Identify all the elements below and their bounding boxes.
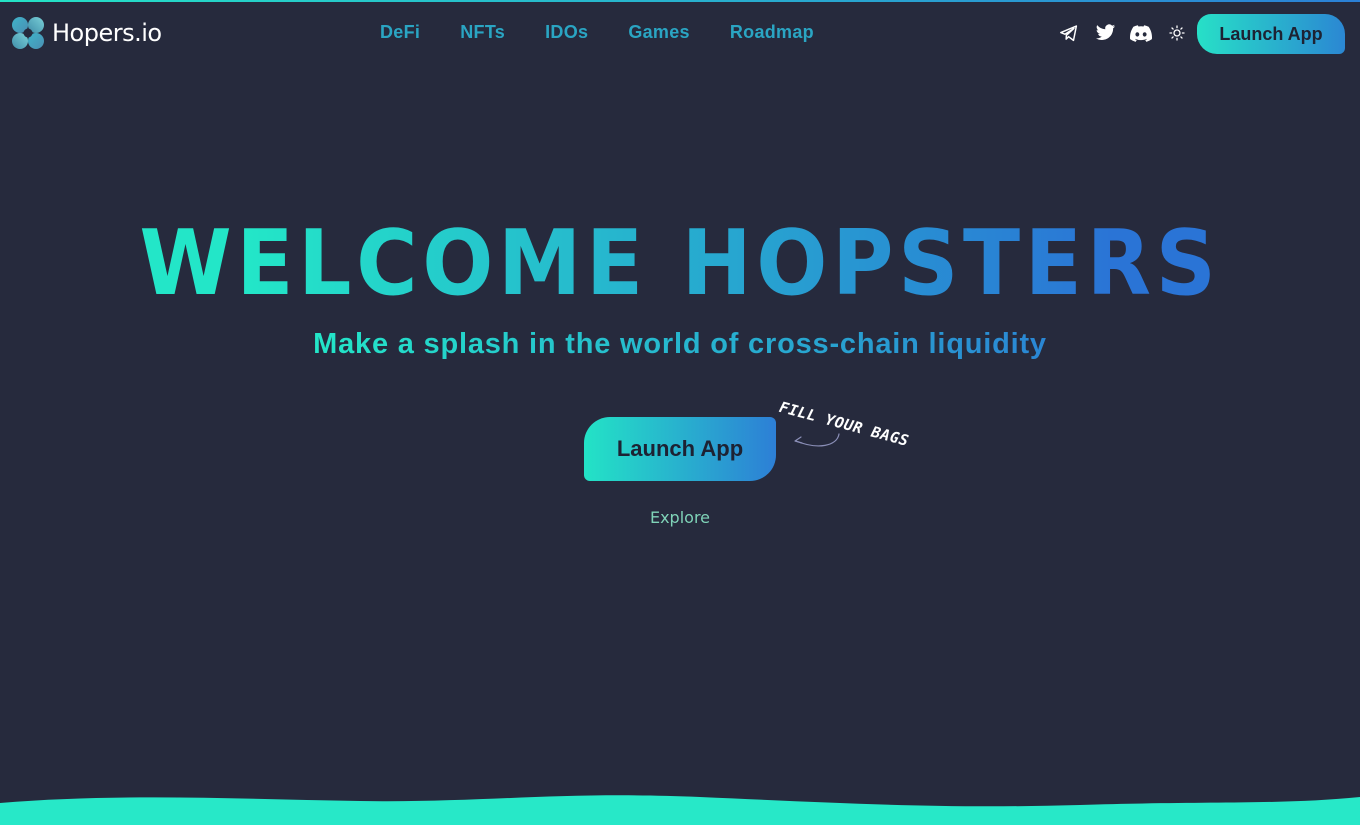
sun-icon[interactable] (1166, 22, 1188, 44)
hero-title: WELCOME HOPSTERS (48, 212, 1313, 316)
social-links (1058, 22, 1188, 44)
bottom-wave (0, 795, 1360, 825)
curved-arrow-icon (794, 433, 840, 447)
telegram-icon[interactable] (1058, 22, 1080, 44)
twitter-icon[interactable] (1094, 22, 1116, 44)
landing-page: Hopers.io DeFi NFTs IDOs Games Roadmap L… (0, 0, 1360, 825)
brand-name: Hopers.io (52, 19, 162, 47)
nav-item-defi[interactable]: DeFi (380, 22, 420, 43)
explore-link[interactable]: Explore (0, 508, 1360, 527)
hero-title-text: WELCOME HOPSTERS (139, 211, 1221, 316)
nav-item-games[interactable]: Games (628, 22, 690, 43)
top-accent-bar (0, 0, 1360, 2)
hero-subtitle: Make a splash in the world of cross-chai… (0, 326, 1360, 362)
clover-logo-icon (12, 17, 44, 49)
hero-subtitle-text: Make a splash in the world of cross-chai… (313, 328, 1047, 360)
discord-icon[interactable] (1130, 22, 1152, 44)
main-nav: DeFi NFTs IDOs Games Roadmap (380, 22, 814, 43)
hero-launch-app-button[interactable]: Launch App (584, 417, 776, 481)
header-launch-app-button[interactable]: Launch App (1197, 14, 1345, 54)
nav-item-idos[interactable]: IDOs (545, 22, 588, 43)
brand-logo[interactable]: Hopers.io (10, 16, 162, 50)
nav-item-roadmap[interactable]: Roadmap (730, 22, 814, 43)
nav-item-nfts[interactable]: NFTs (460, 22, 505, 43)
